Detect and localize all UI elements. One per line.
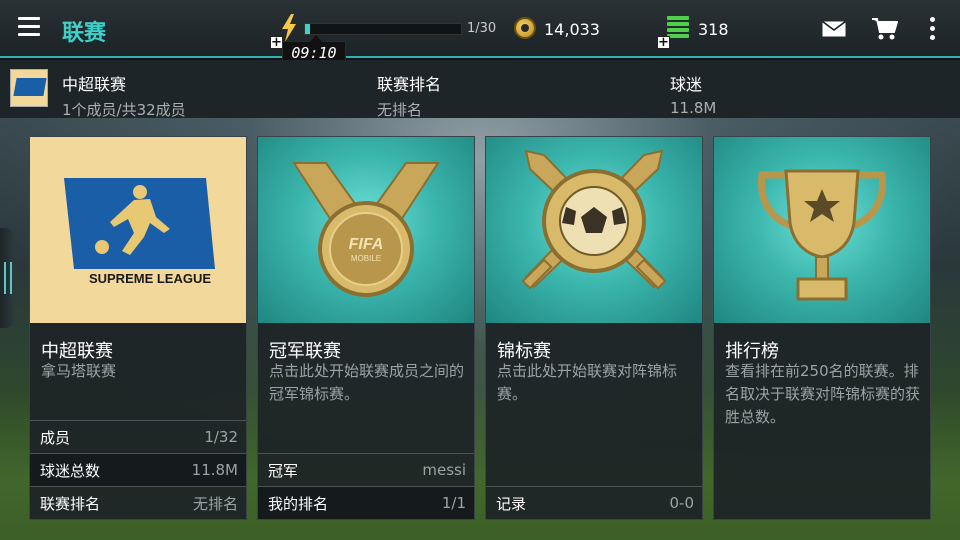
coin-count: 14,033 (544, 20, 600, 39)
league-emblem: SUPREME LEAGUE (30, 137, 246, 323)
card-tournament[interactable]: 锦标赛 点击此处开始联赛对阵锦标赛。 记录 0-0 (485, 136, 703, 520)
stat-row-fans: 球迷总数 11.8M (30, 453, 246, 486)
league-logo-text: SUPREME LEAGUE (89, 271, 211, 286)
card-champions-league[interactable]: FIFA MOBILE 冠军联赛 点击此处开始联赛成员之间的冠军锦标赛。 冠军 … (257, 136, 475, 520)
card-league-overview[interactable]: SUPREME LEAGUE 中超联赛 拿马塔联赛 成员 1/32 球迷总数 1… (29, 136, 247, 520)
stat-row-record: 记录 0-0 (486, 486, 702, 519)
stat-row-my-rank: 我的排名 1/1 (258, 486, 474, 519)
add-cash-button[interactable]: + (657, 36, 670, 49)
more-options-icon[interactable] (930, 17, 938, 41)
cash-count: 318 (698, 20, 729, 39)
stat-row-members: 成员 1/32 (30, 420, 246, 453)
league-rank-label: 联赛排名 (377, 75, 442, 94)
stat-row-champion: 冠军 messi (258, 453, 474, 486)
side-drawer-handle[interactable] (0, 228, 14, 328)
crossed-swords-ball-icon (521, 149, 667, 290)
league-fans-label: 球迷 (670, 75, 703, 94)
league-name-section: 中超联赛 1个成员/共32成员 (62, 71, 186, 120)
energy-progress-bar (304, 23, 462, 35)
leaderboard-image (714, 137, 930, 323)
league-logo (10, 69, 48, 107)
card-subtitle: 拿马塔联赛 (41, 362, 117, 380)
cash-stack-icon (667, 16, 689, 40)
mail-icon[interactable] (822, 21, 846, 37)
page-title: 联赛 (62, 21, 107, 46)
card-description: 查看排在前250名的联赛。排名取决于联赛对阵锦标赛的获胜总数。 (725, 362, 921, 426)
energy-progress-fill (305, 24, 311, 34)
tournament-image (486, 137, 702, 323)
league-name: 中超联赛 (62, 75, 127, 94)
svg-text:MOBILE: MOBILE (351, 254, 381, 263)
coin-icon (514, 17, 536, 39)
svg-text:FIFA: FIFA (349, 236, 384, 253)
stat-row-rank: 联赛排名 无排名 (30, 486, 246, 519)
card-description: 点击此处开始联赛对阵锦标赛。 (497, 362, 678, 403)
shopping-cart-icon[interactable] (872, 17, 898, 41)
hamburger-menu-icon[interactable] (18, 17, 40, 37)
league-rank-section: 联赛排名 无排名 (377, 71, 441, 120)
league-fans-section: 球迷 11.8M (670, 71, 716, 117)
energy-count: 1/30 (467, 21, 497, 36)
card-description: 点击此处开始联赛成员之间的冠军锦标赛。 (269, 362, 465, 403)
trophy-icon (758, 169, 886, 301)
medal-image: FIFA MOBILE (258, 137, 474, 323)
league-members-summary: 1个成员/共32成员 (62, 101, 186, 119)
supreme-league-logo-icon: SUPREME LEAGUE (64, 178, 215, 286)
top-bar: 联赛 + 1/30 14,033 + 318 (0, 0, 960, 58)
card-leaderboard[interactable]: 排行榜 查看排在前250名的联赛。排名取决于联赛对阵锦标赛的获胜总数。 (713, 136, 931, 520)
league-fans-value: 11.8M (670, 99, 717, 117)
league-rank-value: 无排名 (377, 101, 423, 119)
medal-icon: FIFA MOBILE (292, 162, 440, 297)
